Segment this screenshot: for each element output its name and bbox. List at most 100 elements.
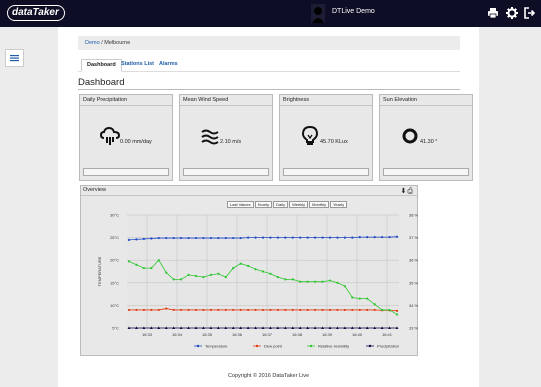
y-right-humidity-tick-label: 35 % — [409, 280, 419, 285]
series-point-dew-point — [299, 308, 302, 312]
series-point-temperature — [314, 236, 317, 239]
card-title: Sun Elevation — [380, 95, 472, 106]
title-divider — [78, 89, 460, 90]
series-point-dew-point — [328, 308, 332, 312]
series-point-dew-point — [269, 308, 272, 312]
card-footer-bar — [383, 168, 469, 176]
x-tick-label: 16:35 — [202, 332, 213, 337]
card-daily-precipitation: Daily Precipitation 0.00 mm/day — [79, 94, 173, 181]
series-point-dew-point — [165, 307, 168, 310]
series-point-dew-point — [306, 308, 309, 312]
series-point-dew-point — [224, 308, 227, 312]
series-point-dew-point — [202, 308, 205, 312]
series-point-dew-point — [314, 308, 317, 312]
sidebar-toggle-button[interactable] — [5, 49, 24, 67]
page-title: Dashboard — [78, 77, 125, 88]
series-point-dew-point — [239, 308, 242, 312]
series-point-temperature — [127, 238, 131, 241]
series-point-relative-humidity — [254, 268, 257, 271]
y-left-tick-label: 30°C — [110, 213, 119, 218]
x-tick-label: 16:39 — [322, 332, 333, 337]
menu-icon — [10, 55, 19, 62]
series-point-temperature — [150, 237, 153, 240]
gear-icon[interactable] — [506, 7, 518, 19]
card-value: 45.70 KLux — [320, 139, 348, 145]
card-mean-wind-speed: Mean Wind Speed 2.10 m/s — [179, 94, 273, 181]
card-brightness: Brightness 45.70 KLux — [279, 94, 373, 181]
series-point-relative-humidity — [180, 278, 183, 281]
series-point-dew-point — [254, 308, 257, 312]
series-point-relative-humidity — [328, 279, 332, 282]
legend-marker-temperature — [196, 344, 200, 348]
series-point-temperature — [328, 236, 332, 239]
series-point-temperature — [157, 236, 160, 240]
series-point-temperature — [284, 236, 287, 239]
y-right-humidity-tick-label: 37 % — [409, 235, 419, 240]
x-tick-label: 16:36 — [232, 332, 243, 337]
series-point-relative-humidity — [247, 264, 250, 267]
legend-label-precipitation: Precipitation — [377, 344, 399, 349]
legend-label-relative-humidity: Relative Humidity — [318, 344, 349, 349]
card-title: Daily Precipitation — [80, 95, 172, 106]
series-point-temperature — [209, 236, 212, 240]
series-point-relative-humidity — [165, 271, 168, 274]
series-point-dew-point — [358, 308, 361, 312]
series-point-relative-humidity — [150, 267, 153, 270]
series-point-relative-humidity — [373, 303, 376, 306]
series-point-relative-humidity — [381, 308, 384, 312]
x-tick-label: 16:38 — [292, 332, 303, 337]
logout-icon[interactable] — [524, 7, 536, 19]
series-point-temperature — [395, 235, 399, 238]
series-point-temperature — [343, 236, 346, 239]
series-point-temperature — [142, 237, 145, 241]
series-point-temperature — [247, 236, 250, 239]
card-footer-bar — [183, 168, 269, 176]
y-left-tick-label: 20°C — [110, 258, 119, 263]
series-point-temperature — [291, 236, 294, 239]
card-footer-bar — [283, 168, 369, 176]
series-point-relative-humidity — [217, 272, 220, 275]
card-value: 2.10 m/s — [220, 139, 242, 145]
series-point-temperature — [388, 236, 391, 239]
tab-stations-list[interactable]: Stations List — [116, 59, 159, 72]
printer-icon[interactable] — [487, 7, 499, 19]
series-point-relative-humidity — [336, 281, 339, 284]
overview-panel: Overview ⬇⎙ Last Values Hourly Daily Wee… — [80, 185, 419, 356]
sun-icon — [402, 128, 418, 144]
series-point-dew-point — [232, 308, 235, 312]
series-point-dew-point — [157, 308, 160, 312]
series-point-temperature — [254, 236, 257, 239]
top-navbar: dataTaker DTLive Demo — [0, 0, 541, 27]
legend-marker-relative-humidity — [309, 344, 313, 348]
tab-alarms[interactable]: Alarms — [154, 59, 183, 72]
y-left-tick-label: 5°C — [112, 326, 119, 331]
series-point-dew-point — [209, 308, 212, 312]
breadcrumb-demo-link[interactable]: Demo — [85, 40, 100, 46]
x-tick-label: 16:37 — [262, 332, 273, 337]
x-tick-label: 16:33 — [142, 332, 153, 337]
series-point-relative-humidity — [395, 313, 399, 316]
copyright-footer: Copyright © 2016 DataTaker Live — [227, 373, 310, 379]
app-logo[interactable]: dataTaker — [7, 5, 65, 21]
series-point-dew-point — [135, 308, 138, 312]
series-point-relative-humidity — [224, 276, 227, 279]
series-point-temperature — [202, 236, 205, 240]
series-point-relative-humidity — [321, 280, 324, 283]
series-point-dew-point — [366, 308, 369, 312]
rain-cloud-icon — [100, 126, 120, 145]
series-point-relative-humidity — [232, 267, 235, 270]
series-point-temperature — [165, 236, 168, 240]
series-point-relative-humidity — [157, 259, 160, 262]
series-point-temperature — [306, 236, 309, 239]
y-left-tick-label: 15°C — [110, 280, 119, 285]
legend-label-temperature: Temperature — [205, 344, 228, 349]
series-point-dew-point — [291, 308, 294, 312]
series-point-dew-point — [172, 308, 175, 312]
user-name[interactable]: DTLive Demo — [332, 8, 375, 15]
series-point-relative-humidity — [261, 270, 265, 273]
series-point-relative-humidity — [142, 267, 145, 270]
series-point-temperature — [381, 236, 384, 239]
legend-marker-dew-point — [255, 344, 259, 348]
series-point-relative-humidity — [388, 308, 391, 312]
card-title: Mean Wind Speed — [180, 95, 272, 106]
